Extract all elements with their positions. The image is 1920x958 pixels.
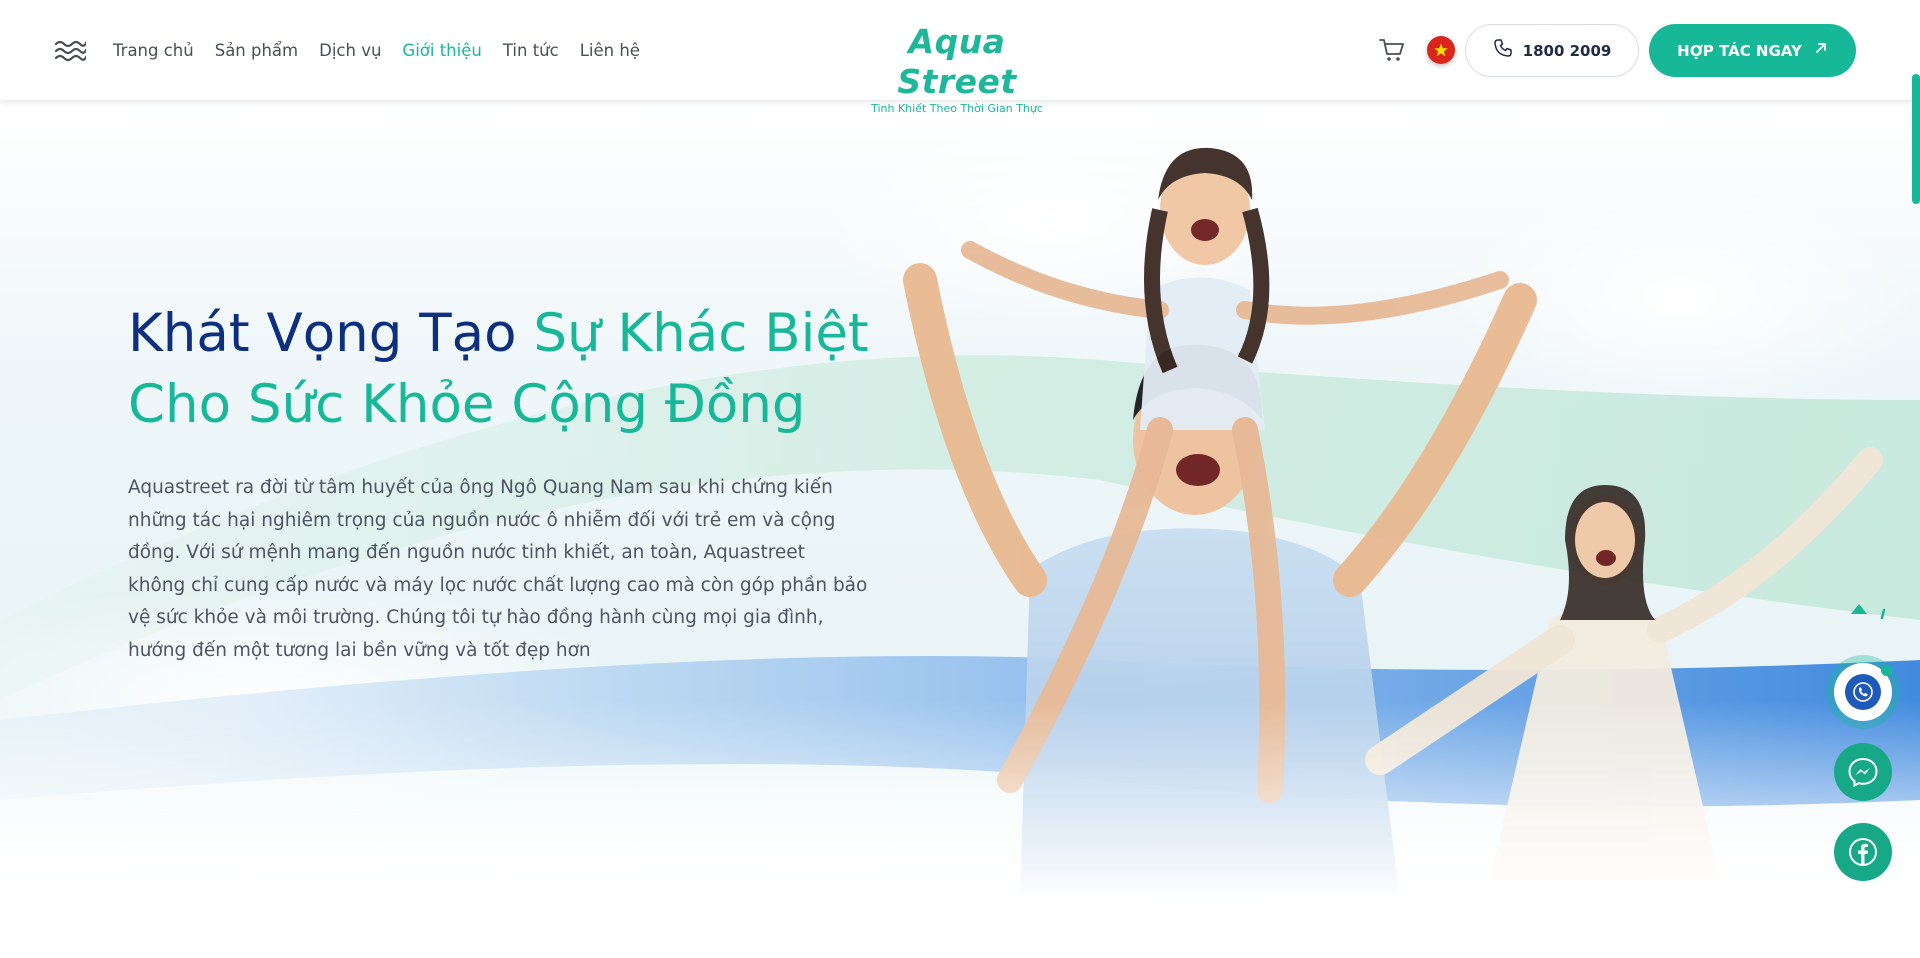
arrow-up-right-icon (1814, 41, 1828, 60)
nav-item-home[interactable]: Trang chủ (113, 41, 194, 60)
logo-tagline: Tinh Khiết Theo Thời Gian Thực (871, 102, 1043, 115)
site-header: Trang chủ Sản phẩm Dịch vụ Giới thiệu Ti… (0, 0, 1920, 115)
hotline-button[interactable]: 1800 2009 (1465, 24, 1639, 77)
wave-menu-icon[interactable] (54, 38, 88, 64)
hotline-number: 1800 2009 (1522, 41, 1612, 60)
status-dot (1881, 665, 1892, 676)
hero-title-highlight: Sự Khác Biệt (533, 303, 869, 364)
partner-now-label: HỢP TÁC NGAY (1677, 41, 1802, 60)
hero-description: Aquastreet ra đời từ tâm huyết của ông N… (128, 477, 868, 661)
nav-item-products[interactable]: Sản phẩm (215, 41, 298, 60)
facebook-icon[interactable] (1834, 823, 1892, 881)
arrow-up-icon[interactable] (1848, 600, 1888, 630)
nav-item-about[interactable]: Giới thiệu (402, 41, 481, 60)
partner-now-button[interactable]: HỢP TÁC NGAY (1649, 24, 1856, 77)
phone-icon (1493, 38, 1513, 63)
cart-icon[interactable] (1379, 38, 1405, 62)
logo-wordmark: Aqua Street (897, 22, 1017, 101)
nav-item-services[interactable]: Dịch vụ (319, 41, 381, 60)
nav-item-news[interactable]: Tin tức (503, 41, 559, 60)
hero-title-line2: Cho Sức Khỏe Cộng Đồng (128, 374, 806, 435)
main-nav: Trang chủ Sản phẩm Dịch vụ Giới thiệu Ti… (113, 0, 661, 100)
brand-logo[interactable]: Aqua Street Tinh Khiết Theo Thời Gian Th… (857, 22, 1057, 115)
about-hero: Khát Vọng Tạo Sự Khác Biệt Cho Sức Khỏe … (0, 100, 1920, 900)
hero-title-dark: Khát Vọng Tạo (128, 303, 534, 364)
nav-item-contact[interactable]: Liên hệ (580, 41, 640, 60)
hero-title: Khát Vọng Tạo Sự Khác Biệt Cho Sức Khỏe … (128, 298, 908, 440)
vietnam-flag-icon[interactable] (1427, 36, 1455, 64)
whatsapp-icon[interactable] (1834, 663, 1892, 721)
messenger-icon[interactable] (1834, 743, 1892, 801)
page-scrollbar[interactable] (1912, 74, 1920, 204)
